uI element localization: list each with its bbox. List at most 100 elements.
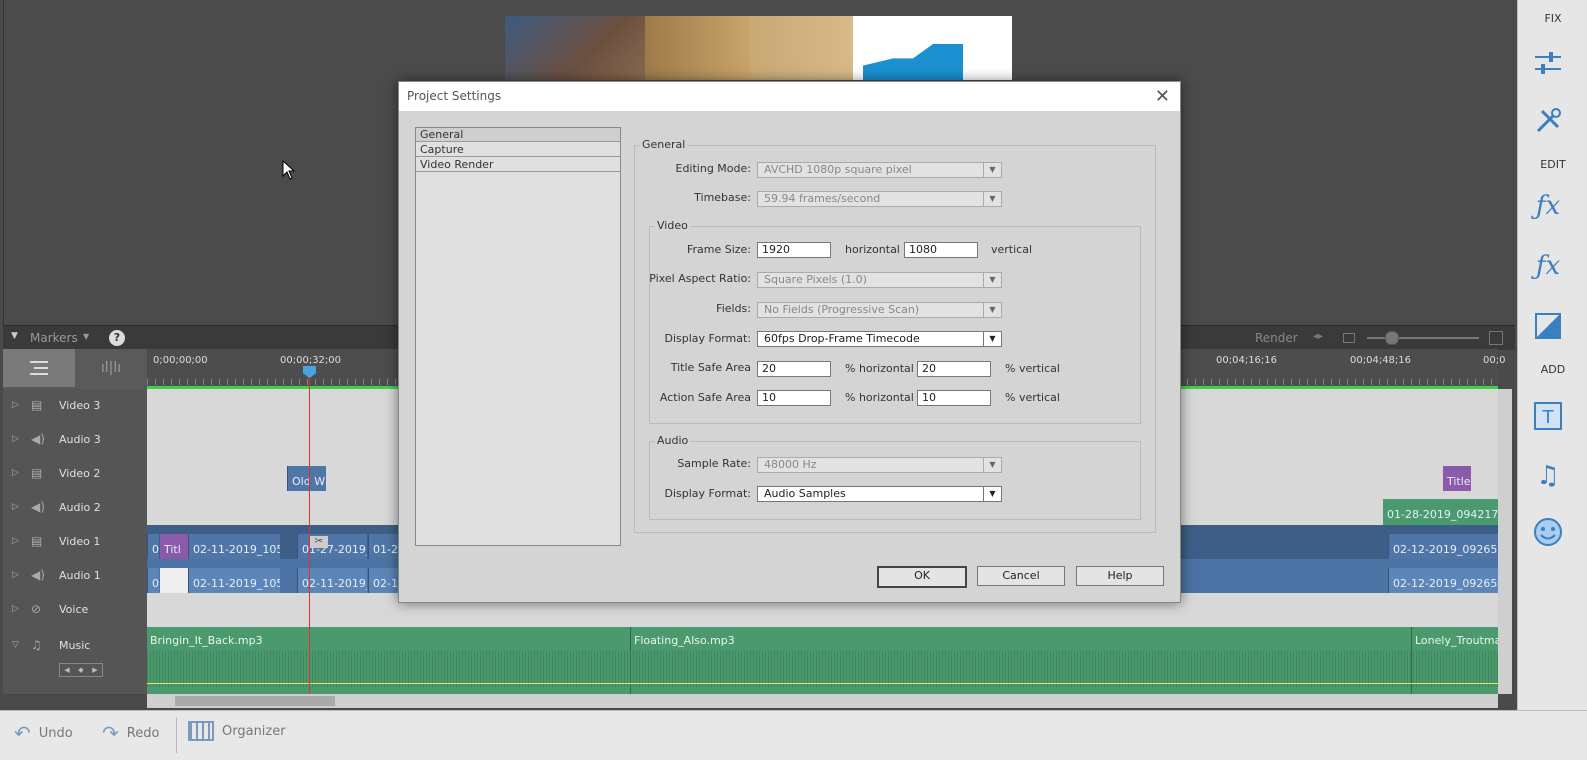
scrollbar-thumb[interactable] — [175, 696, 335, 706]
audio-waveform-icon[interactable]: ıl|lı — [75, 349, 147, 387]
help-button[interactable]: Help — [1076, 566, 1164, 586]
playhead-line[interactable] — [309, 368, 310, 694]
audio-display-format-label: Display Format: — [664, 487, 751, 500]
undo-button[interactable]: ↶ Undo — [14, 721, 73, 745]
zoom-out-icon[interactable] — [1343, 333, 1355, 343]
undo-label: Undo — [38, 725, 73, 741]
help-icon[interactable]: ? — [109, 330, 125, 346]
speaker-icon: ◀) — [31, 432, 45, 446]
clip-name: Bringin_It_Back.mp3 — [150, 634, 263, 647]
sample-rate-value: 48000 Hz — [764, 458, 817, 471]
pixel-aspect-ratio-label: Pixel Aspect Ratio: — [649, 272, 751, 285]
frame-size-label: Frame Size: — [686, 243, 751, 256]
display-format-label: Display Format: — [664, 332, 751, 345]
nav-item-video-render[interactable]: Video Render — [416, 158, 620, 172]
collapse-track-icon[interactable]: ▽ — [12, 640, 19, 650]
keyframe-navigator[interactable]: ◀ ◆ ▶ — [59, 663, 103, 677]
sliders-icon[interactable] — [1530, 45, 1566, 81]
clip-name: Lonely_Troutman — [1415, 634, 1498, 647]
fix-section-label: FIX — [1544, 12, 1562, 25]
track-header-audio-3[interactable]: ▷ ◀) Audio 3 — [3, 423, 147, 458]
track-name: Music — [59, 639, 91, 652]
display-format-select[interactable]: 60fps Drop-Frame Timecode ▼ — [757, 331, 1002, 347]
track-lane-music[interactable]: Bringin_It_Back.mp3 Floating_Also.mp3 Lo… — [147, 627, 1498, 695]
expand-track-icon[interactable]: ▷ — [12, 604, 19, 614]
dialog-title-bar: Project Settings ✕ — [399, 82, 1180, 111]
fields-value: No Fields (Progressive Scan) — [764, 303, 920, 316]
vertical-scrollbar[interactable] — [1498, 389, 1512, 694]
track-header-music[interactable]: ▽ ♫ Music ◀ ◆ ▶ — [3, 627, 147, 695]
preview-frame-image — [505, 16, 1012, 80]
track-header-audio-1[interactable]: ▷ ◀) Audio 1 — [3, 559, 147, 594]
zoom-fit-icon[interactable]: ◂▸ — [1313, 331, 1323, 342]
edit-section-label: EDIT — [1540, 158, 1566, 171]
close-icon[interactable]: ✕ — [1155, 86, 1170, 107]
svg-text:T: T — [1542, 407, 1555, 428]
title-safe-area-label: Title Safe Area — [670, 361, 751, 374]
frame-width-input[interactable]: 1920 — [757, 242, 831, 258]
collapse-triangle-icon[interactable]: ▼ — [11, 331, 18, 341]
expand-track-icon[interactable]: ▷ — [12, 400, 19, 410]
horizontal-scrollbar[interactable] — [147, 694, 1498, 708]
music-icon[interactable]: ♫ — [1530, 458, 1566, 494]
microphone-muted-icon: ⊘ — [31, 602, 42, 616]
track-header-voice[interactable]: ▷ ⊘ Voice — [3, 593, 147, 628]
audio-group — [649, 441, 1141, 520]
track-header-audio-2[interactable]: ▷ ◀) Audio 2 — [3, 491, 147, 526]
frame-height-input[interactable]: 1080 — [904, 242, 978, 258]
expand-track-icon[interactable]: ▷ — [12, 468, 19, 478]
timebase-select[interactable]: 59.94 frames/second ▼ — [757, 191, 1002, 207]
zoom-slider-handle[interactable] — [1385, 331, 1399, 345]
fields-label: Fields: — [716, 302, 751, 315]
redo-label: Redo — [126, 725, 160, 741]
track-name: Audio 1 — [59, 569, 101, 582]
fx-pencil-icon[interactable]: ƒx — [1530, 188, 1566, 224]
track-name: Video 1 — [59, 535, 101, 548]
action-safe-vertical-input[interactable]: 10 — [917, 390, 991, 406]
nav-item-capture[interactable]: Capture — [416, 143, 620, 157]
expand-track-icon[interactable]: ▷ — [12, 536, 19, 546]
nav-item-general[interactable]: General — [416, 128, 620, 142]
pixel-aspect-ratio-value: Square Pixels (1.0) — [764, 273, 867, 286]
expand-track-icon[interactable]: ▷ — [12, 570, 19, 580]
action-safe-horizontal-input[interactable]: 10 — [757, 390, 831, 406]
markers-dropdown-icon[interactable]: ▼ — [83, 332, 89, 341]
timeline-view-icon[interactable] — [3, 349, 75, 387]
pct-horizontal-label: % horizontal — [845, 362, 914, 375]
track-header-video-1[interactable]: ▷ ▤ Video 1 — [3, 525, 147, 560]
horizontal-label: horizontal — [845, 243, 900, 256]
volume-line[interactable] — [147, 683, 1498, 684]
title-safe-horizontal-input[interactable]: 20 — [757, 361, 831, 377]
render-button[interactable]: Render — [1255, 331, 1298, 345]
dropdown-arrow-icon: ▼ — [983, 192, 1001, 206]
tools-icon[interactable] — [1530, 103, 1566, 139]
transitions-icon[interactable] — [1530, 308, 1566, 344]
organizer-icon — [188, 721, 214, 741]
organizer-label: Organizer — [222, 723, 286, 739]
add-section-label: ADD — [1540, 363, 1566, 376]
expand-track-icon[interactable]: ▷ — [12, 434, 19, 444]
bottom-bar: ↶ Undo ↷ Redo Organizer — [0, 710, 1587, 760]
editing-mode-select[interactable]: AVCHD 1080p square pixel ▼ — [757, 162, 1002, 178]
cancel-button[interactable]: Cancel — [977, 566, 1065, 586]
fx-icon[interactable]: ƒx — [1530, 248, 1566, 284]
scissors-icon[interactable]: ✂ — [310, 536, 328, 548]
sample-rate-label: Sample Rate: — [677, 457, 751, 470]
zoom-in-icon[interactable] — [1489, 331, 1503, 345]
organizer-button[interactable]: Organizer — [188, 721, 286, 741]
timeline-tool-row: ıl|lı — [3, 349, 147, 389]
expand-track-icon[interactable]: ▷ — [12, 502, 19, 512]
title-safe-vertical-input[interactable]: 20 — [917, 361, 991, 377]
graphics-icon[interactable] — [1530, 514, 1566, 550]
fields-select[interactable]: No Fields (Progressive Scan) ▼ — [757, 302, 1002, 318]
redo-button[interactable]: ↷ Redo — [102, 721, 159, 745]
zoom-slider[interactable] — [1367, 337, 1479, 339]
sample-rate-select[interactable]: 48000 Hz ▼ — [757, 457, 1002, 473]
markers-menu[interactable]: Markers — [30, 331, 78, 345]
title-icon[interactable]: T — [1530, 398, 1566, 434]
track-header-video-2[interactable]: ▷ ▤ Video 2 — [3, 457, 147, 492]
track-header-video-3[interactable]: ▷ ▤ Video 3 — [3, 389, 147, 424]
pixel-aspect-ratio-select[interactable]: Square Pixels (1.0) ▼ — [757, 272, 1002, 288]
ok-button[interactable]: OK — [877, 566, 967, 588]
audio-display-format-select[interactable]: Audio Samples ▼ — [757, 486, 1002, 502]
